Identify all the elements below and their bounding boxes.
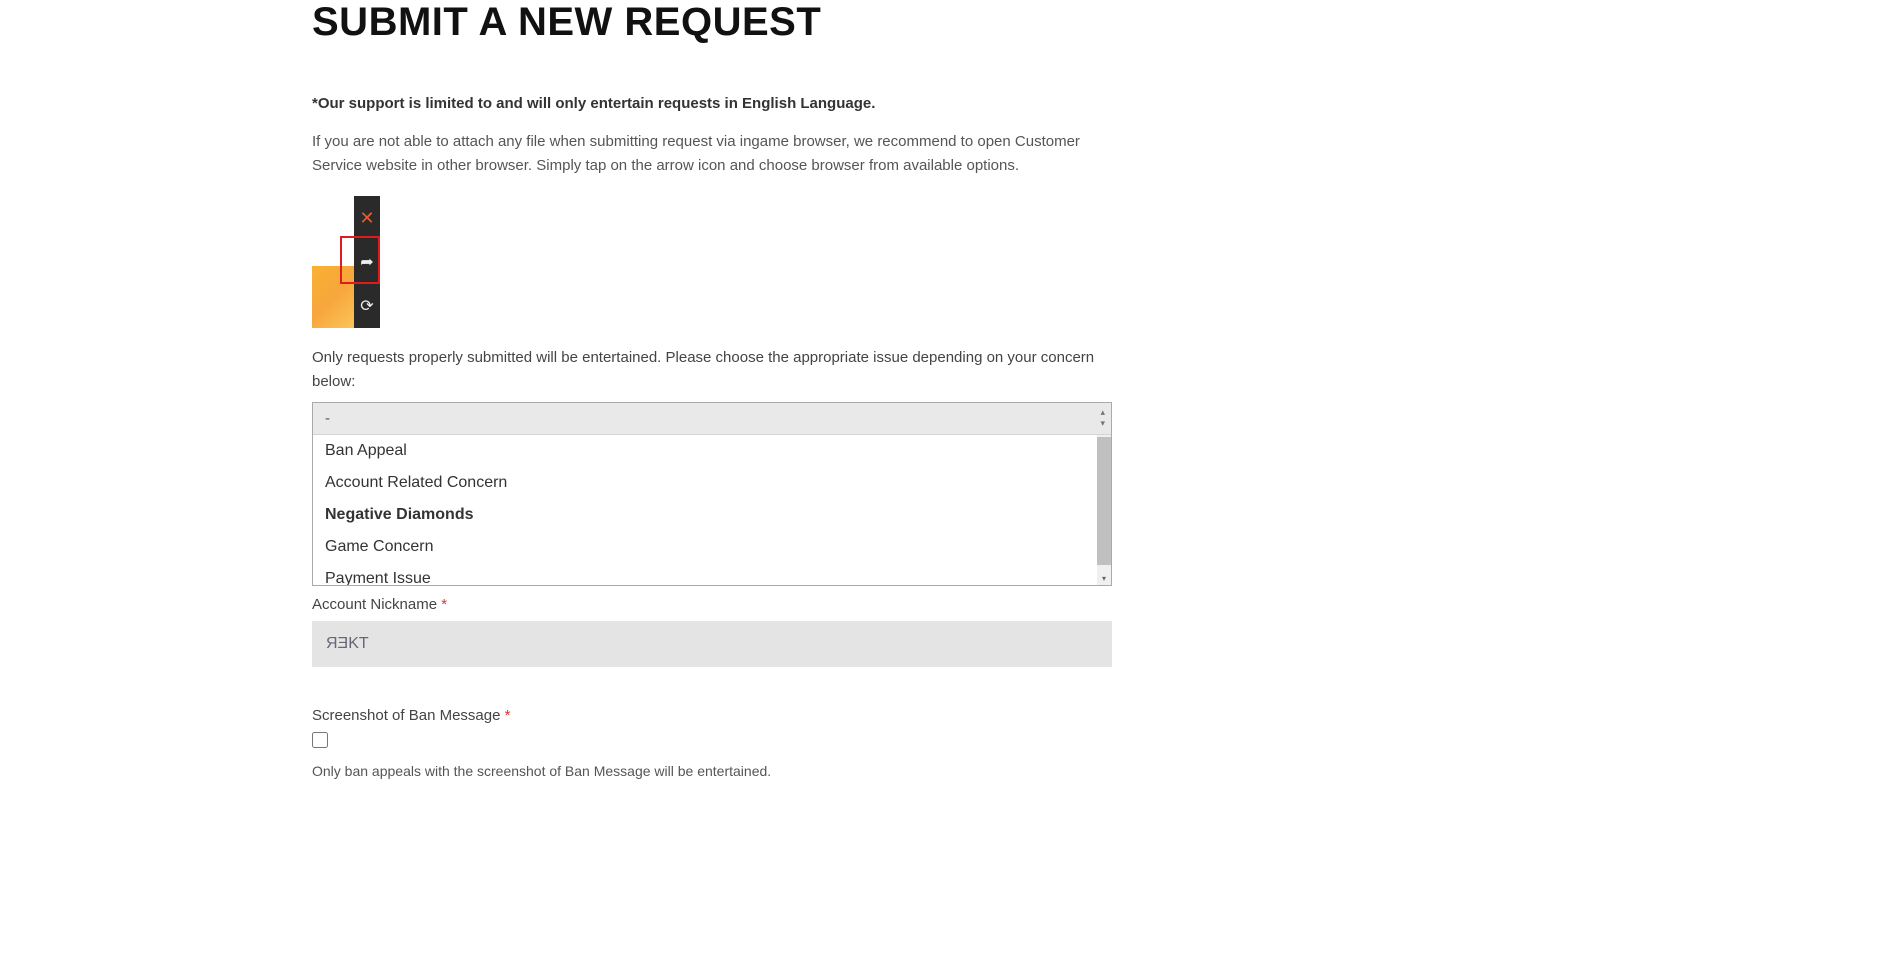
dropdown-spinner-icon: ▴▾ bbox=[1100, 407, 1105, 429]
scroll-down-icon[interactable]: ▾ bbox=[1098, 573, 1110, 585]
issue-dropdown[interactable]: - ▴▾ Ban Appeal Account Related Concern … bbox=[312, 402, 1112, 586]
ban-screenshot-checkbox[interactable] bbox=[312, 732, 328, 748]
info-text: If you are not able to attach any file w… bbox=[312, 130, 1112, 178]
support-note: *Our support is limited to and will only… bbox=[312, 95, 1112, 112]
dropdown-option-payment[interactable]: Payment Issue bbox=[313, 563, 1111, 585]
dropdown-option-game-concern[interactable]: Game Concern bbox=[313, 531, 1111, 563]
ban-screenshot-checkbox-row bbox=[312, 732, 1112, 753]
close-icon: ✕ bbox=[354, 196, 380, 240]
refresh-icon: ⟳ bbox=[354, 284, 380, 328]
dropdown-scrollbar[interactable]: ▾ bbox=[1097, 435, 1111, 585]
page-title: SUBMIT A NEW REQUEST bbox=[312, 0, 1112, 45]
dropdown-option-negative-diamonds[interactable]: Negative Diamonds bbox=[313, 499, 1111, 531]
dropdown-placeholder: - bbox=[325, 410, 330, 427]
required-mark: * bbox=[505, 707, 511, 724]
dropdown-option-account[interactable]: Account Related Concern bbox=[313, 467, 1111, 499]
nickname-label: Account Nickname * bbox=[312, 596, 1112, 613]
dropdown-option-ban-appeal[interactable]: Ban Appeal bbox=[313, 435, 1111, 467]
required-mark: * bbox=[441, 596, 447, 613]
dropdown-selected[interactable]: - ▴▾ bbox=[313, 403, 1111, 435]
ban-screenshot-helper: Only ban appeals with the screenshot of … bbox=[312, 763, 1112, 779]
nickname-label-text: Account Nickname bbox=[312, 596, 437, 613]
ban-screenshot-label-text: Screenshot of Ban Message bbox=[312, 707, 500, 724]
browser-help-image: ✕ ➦ ⟳ bbox=[312, 196, 380, 328]
scrollbar-thumb[interactable] bbox=[1097, 437, 1111, 565]
dropdown-instruction: Only requests properly submitted will be… bbox=[312, 346, 1112, 394]
highlight-box bbox=[340, 236, 380, 284]
ban-screenshot-label: Screenshot of Ban Message * bbox=[312, 707, 1112, 724]
dropdown-list: Ban Appeal Account Related Concern Negat… bbox=[313, 435, 1111, 585]
nickname-input[interactable] bbox=[312, 621, 1112, 667]
